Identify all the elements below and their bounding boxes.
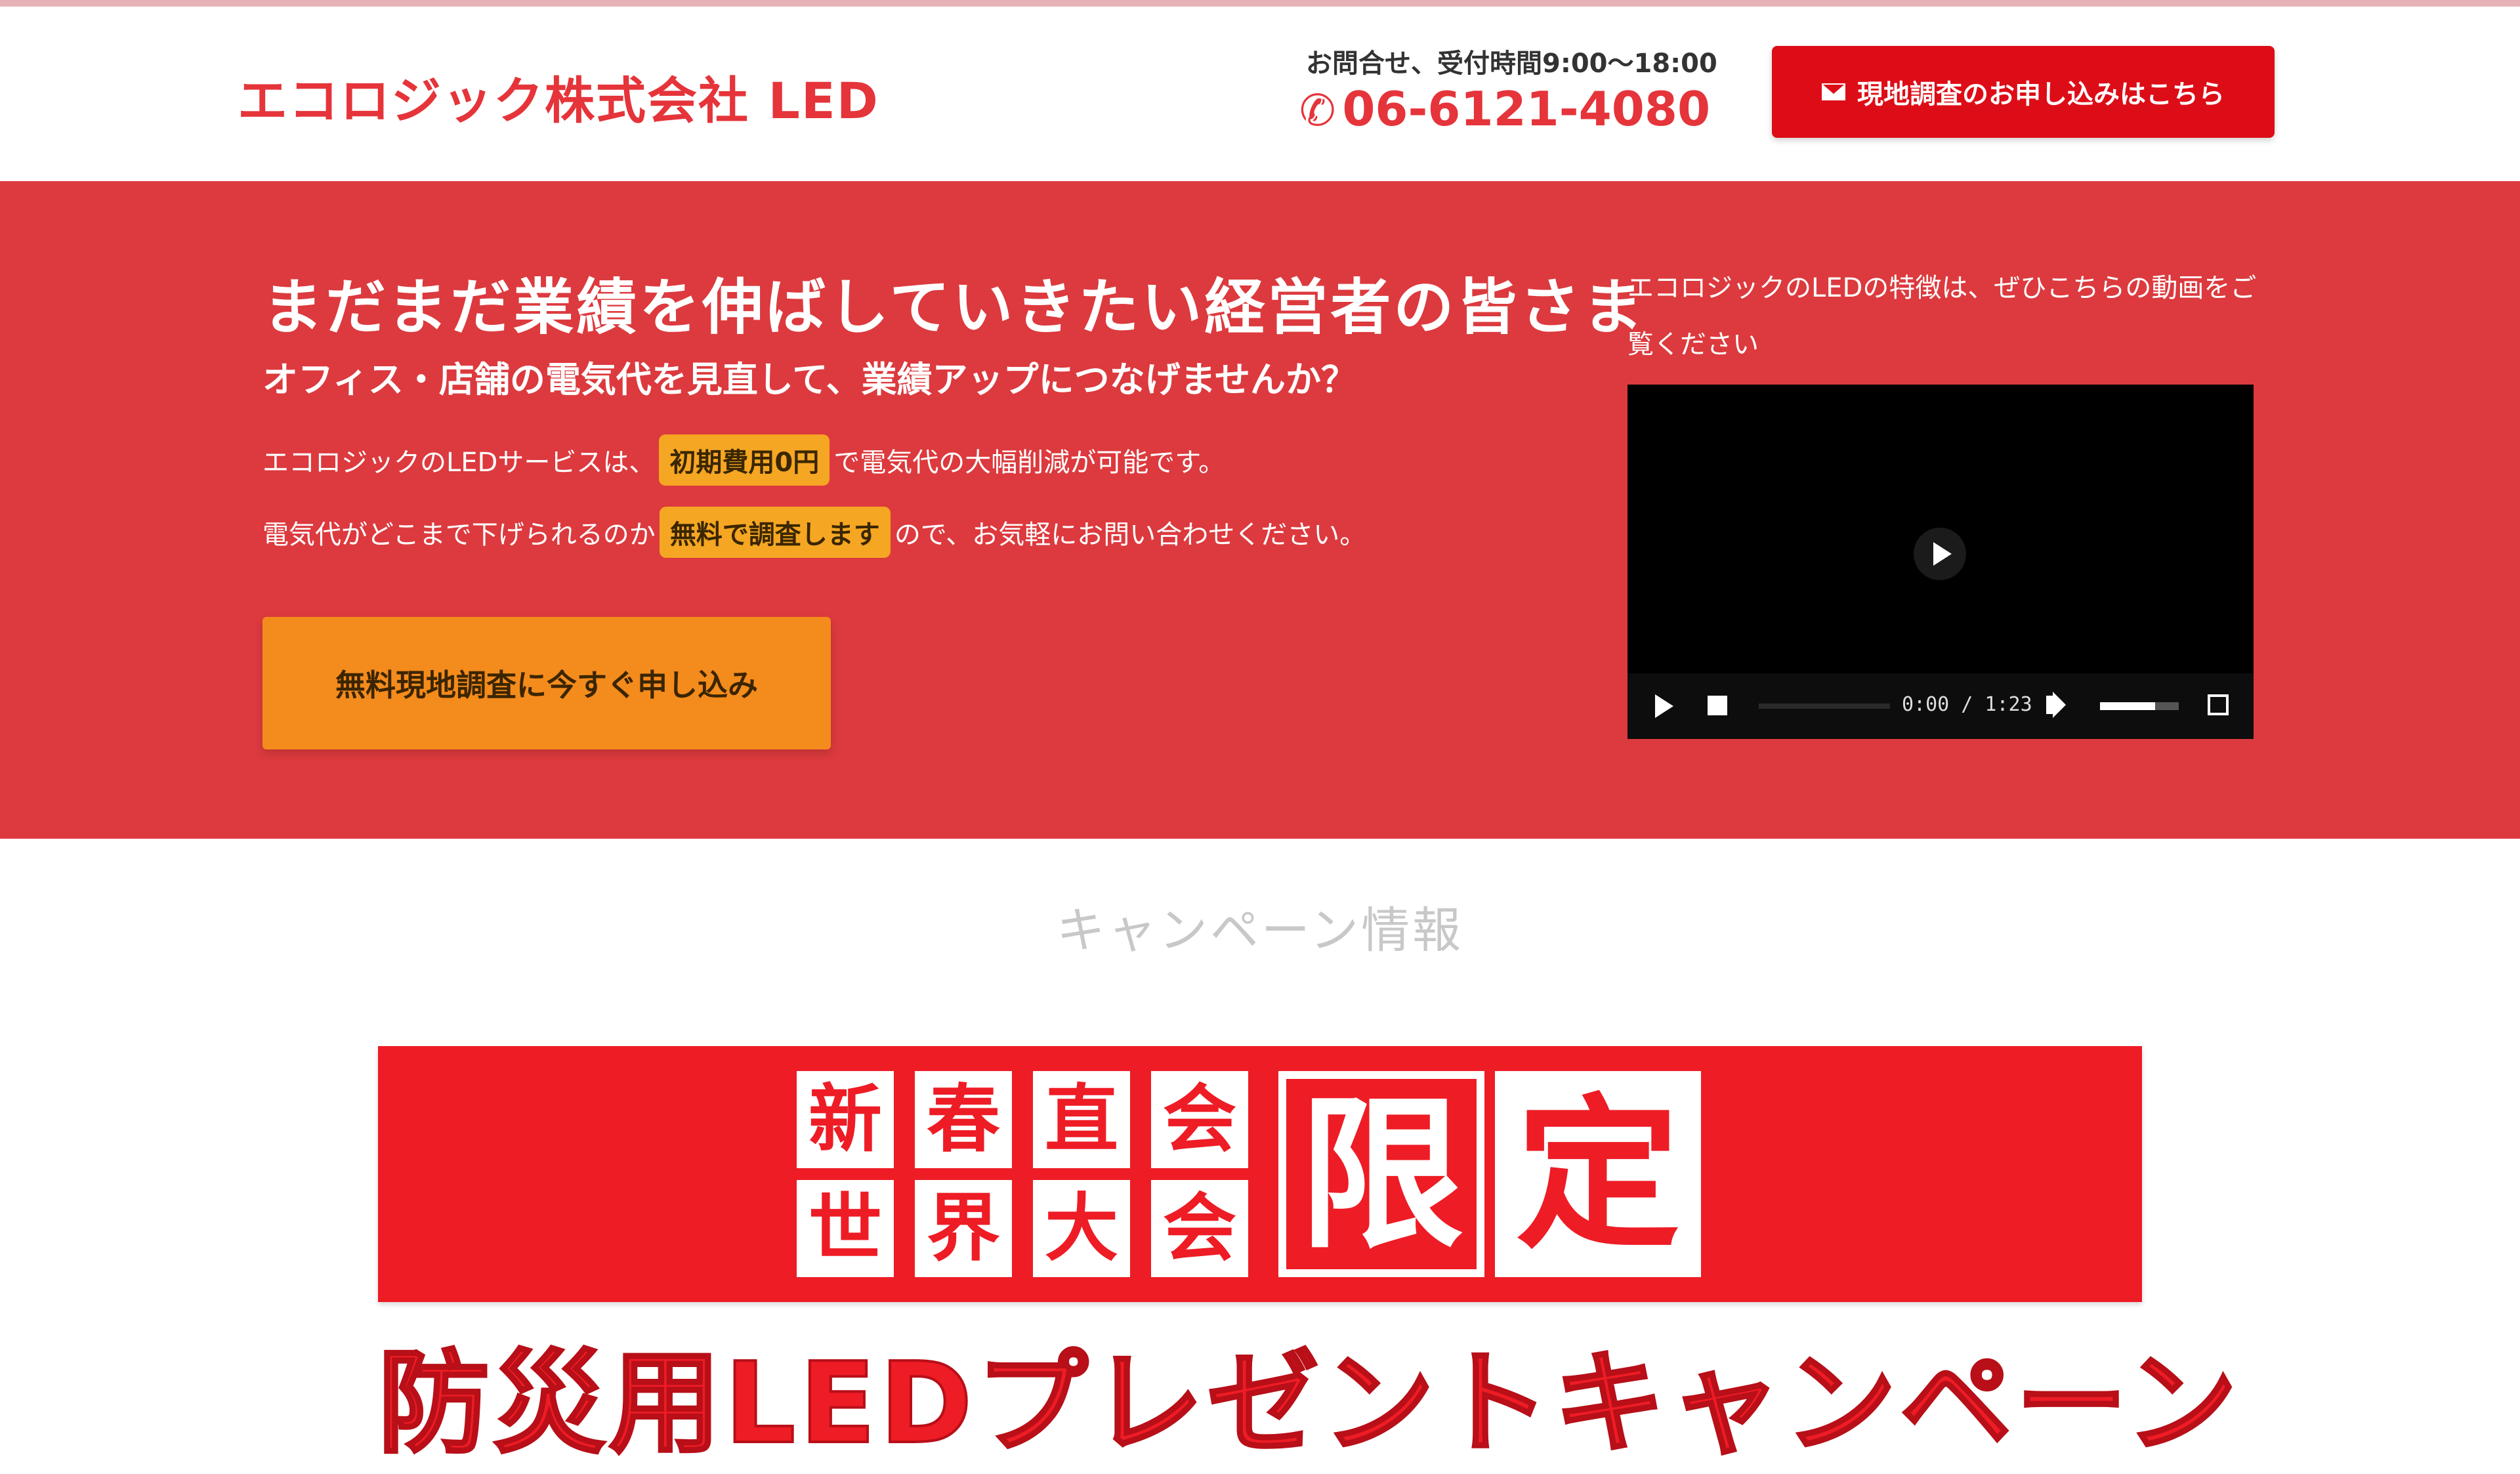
fullscreen-icon[interactable] <box>2208 694 2229 715</box>
site-header: エコロジック株式会社 LED お問合せ、受付時間9:00～18:00 ✆ 06-6… <box>0 7 2520 181</box>
video-progress-bar[interactable] <box>1759 704 1890 709</box>
hero-subtitle: オフィス・店舗の電気代を見直して、業績アップにつなげませんか？ <box>262 359 1356 400</box>
stop-icon[interactable] <box>1708 696 1727 715</box>
hero-line2-text: 電気代がどこまで下げられるのか <box>262 520 656 550</box>
play-icon[interactable] <box>1655 694 1673 718</box>
campaign-title: 防災用LEDプレゼントキャンペーン <box>377 1337 2242 1470</box>
volume-icon[interactable] <box>2046 696 2055 714</box>
kanji-cell: 直 <box>1033 1071 1130 1168</box>
hero-line2-text-end: ので、お気軽にお問い合わせください。 <box>894 520 1366 550</box>
hero-section: まだまだ業績を伸ばしていきたい経営者の皆さま オフィス・店舗の電気代を見直して、… <box>0 181 2520 839</box>
hero-line1-text-end: で電気代の大幅削減が可能です。 <box>833 448 1225 478</box>
volume-slider-fill <box>2100 702 2155 710</box>
hero-title: まだまだ業績を伸ばしていきたい経営者の皆さま <box>262 272 1646 343</box>
site-logo[interactable]: エコロジック株式会社 LED <box>238 60 879 133</box>
kanji-cell: 春 <box>915 1071 1012 1168</box>
campaign-section-title: キャンペーン情報 <box>1056 902 1464 959</box>
hero-line1-text: エコロジックのLEDサービスは、 <box>262 448 656 478</box>
video-controls: 0:00 / 1:23 <box>1628 673 2254 739</box>
video-caption: エコロジックのLEDの特徴は、ぜひこちらの動画をご覧ください <box>1628 273 2257 360</box>
big-kanji-limited-1: 限 <box>1278 1071 1484 1277</box>
phone-number[interactable]: ✆ 06-6121-4080 <box>1299 81 1710 137</box>
header-contact-button[interactable]: 現地調査のお申し込みはこちら <box>1772 46 2275 138</box>
campaign-banner[interactable]: 新 春 直 会 世 界 大 会 限 定 <box>378 1046 2142 1302</box>
kanji-grid: 新 春 直 会 世 界 大 会 <box>797 1071 1269 1277</box>
video-time: 0:00 / 1:23 <box>1902 693 2032 716</box>
kanji-cell: 大 <box>1033 1180 1130 1277</box>
highlight-badge-survey: 無料で調査します <box>659 507 891 558</box>
kanji-cell: 世 <box>797 1180 894 1277</box>
hero-text-line-2: 電気代がどこまで下げられるのか 無料で調査します ので、お気軽にお問い合わせください… <box>262 507 1366 558</box>
kanji-cell: 界 <box>915 1180 1012 1277</box>
mail-icon <box>1822 83 1845 100</box>
header-contact-label: 現地調査のお申し込みはこちら <box>1857 79 2225 110</box>
phone-icon: ✆ <box>1299 85 1336 136</box>
big-kanji-limited-2: 定 <box>1495 1071 1701 1277</box>
business-hours: お問合せ、受付時間9:00～18:00 <box>1306 49 1717 79</box>
video-player[interactable]: 0:00 / 1:23 <box>1628 385 2254 739</box>
play-icon[interactable] <box>1914 528 1966 580</box>
hero-apply-button[interactable]: 無料現地調査に今すぐ申し込み <box>262 617 831 749</box>
hero-text-line-1: エコロジックのLEDサービスは、 初期費用0円 で電気代の大幅削減が可能です。 <box>262 434 1225 486</box>
kanji-cell: 新 <box>797 1071 894 1168</box>
kanji-cell: 会 <box>1151 1071 1248 1168</box>
phone-number-text: 06-6121-4080 <box>1342 81 1711 137</box>
volume-slider[interactable] <box>2100 702 2179 710</box>
highlight-badge-free: 初期費用0円 <box>659 434 830 486</box>
kanji-cell: 会 <box>1151 1180 1248 1277</box>
top-accent-rule <box>0 0 2520 7</box>
